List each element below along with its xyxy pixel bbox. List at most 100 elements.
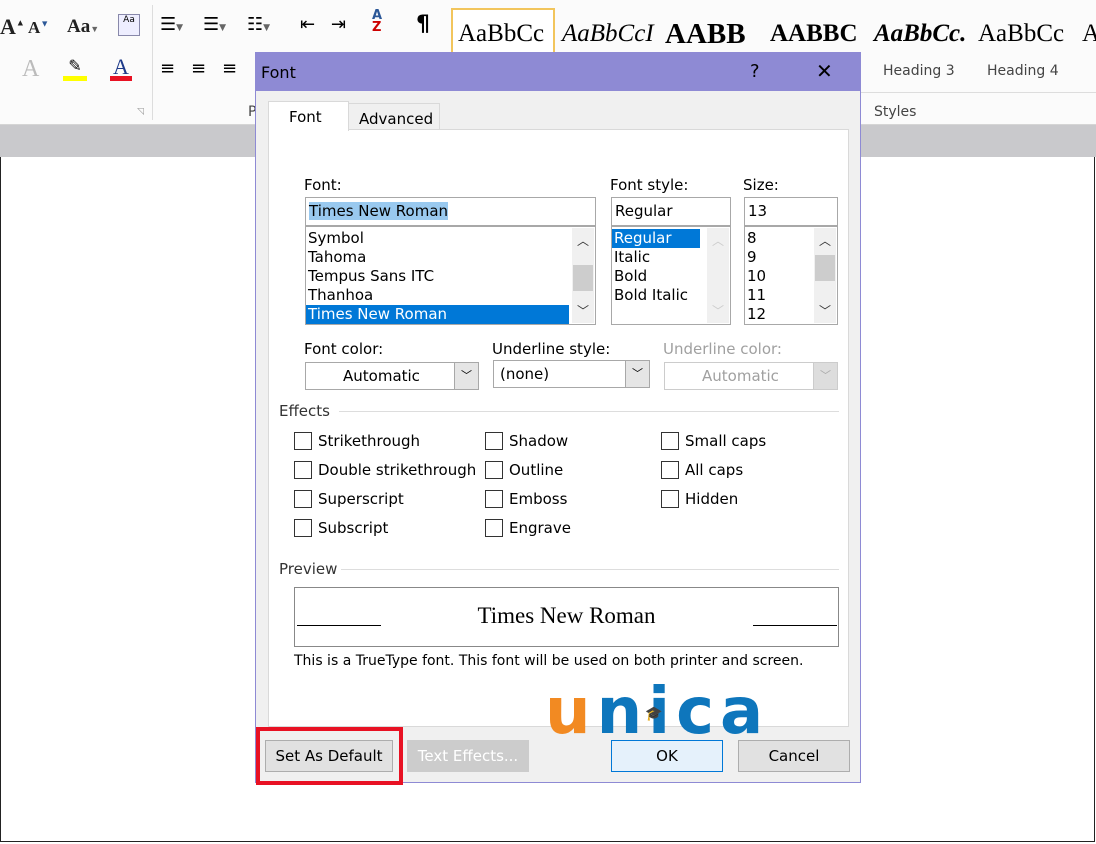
tab-panel-font: Font: Times New Roman Symbol Tahoma Temp… (268, 129, 849, 727)
tab-font[interactable]: Font (268, 101, 349, 131)
hidden-checkbox[interactable]: Hidden (661, 490, 738, 508)
checkbox-box[interactable] (485, 490, 503, 508)
font-input[interactable]: Times New Roman (305, 197, 596, 226)
dialog-title: Font (261, 63, 296, 82)
multilevel-list-icon[interactable]: ☷▼ (247, 14, 270, 35)
scroll-up-icon[interactable]: ︿ (572, 232, 594, 249)
chevron-down-icon: ﹀ (625, 361, 649, 387)
size-list[interactable]: 8 9 10 11 12 ︿ ﹀ (744, 226, 838, 325)
checkbox-box[interactable] (661, 461, 679, 479)
checkbox-label: Superscript (318, 490, 404, 508)
change-case-icon[interactable]: Aa▼ (67, 16, 99, 38)
shadow-checkbox[interactable]: Shadow (485, 432, 568, 450)
font-list-item[interactable]: Tempus Sans ITC (306, 267, 595, 286)
size-scrollbar[interactable]: ︿ ﹀ (814, 228, 836, 323)
effects-label: Effects (279, 402, 330, 420)
highlight-icon[interactable]: ✎ (63, 56, 87, 81)
text-effects-icon[interactable]: A (22, 56, 39, 83)
checkbox-box[interactable] (661, 432, 679, 450)
all-caps-checkbox[interactable]: All caps (661, 461, 743, 479)
checkbox-box[interactable] (294, 519, 312, 537)
scroll-down-icon[interactable]: ﹀ (572, 302, 594, 319)
dialog-launcher-icon[interactable]: ◹ (137, 107, 144, 117)
font-style-label: Font style: (610, 176, 689, 194)
style-preview-7[interactable]: A (1082, 20, 1096, 48)
font-style-input[interactable]: Regular (611, 197, 731, 226)
scroll-thumb[interactable] (573, 265, 593, 291)
font-dialog: Font ? ✕ Font Advanced Font: Times New R… (255, 52, 861, 783)
checkbox-label: Emboss (509, 490, 568, 508)
scroll-up-icon: ︿ (711, 234, 724, 248)
underline-color-label: Underline color: (663, 340, 782, 358)
font-list-scrollbar[interactable]: ︿ ﹀ (572, 228, 594, 323)
underline-style-dropdown[interactable]: (none) ﹀ (493, 360, 650, 388)
subscript-checkbox[interactable]: Subscript (294, 519, 388, 537)
font-list-item[interactable]: Symbol (306, 229, 595, 248)
style-preview-3[interactable]: AABB (665, 18, 746, 51)
scroll-down-icon: ﹀ (711, 304, 724, 318)
scroll-down-icon[interactable]: ﹀ (814, 302, 836, 319)
numbering-icon[interactable]: ☰▼ (203, 14, 226, 35)
tab-advanced[interactable]: Advanced (348, 103, 440, 132)
scroll-up-icon[interactable]: ︿ (814, 232, 836, 249)
close-button[interactable]: ✕ (816, 59, 833, 83)
checkbox-label: Strikethrough (318, 432, 421, 450)
align-center-icon[interactable]: ≡ (191, 58, 206, 79)
style-preview-6[interactable]: AaBbCc (978, 20, 1064, 48)
style-preview-2[interactable]: AaBbCcI (562, 20, 654, 48)
grow-font-icon[interactable]: A▲ (0, 14, 25, 40)
chevron-down-icon: ﹀ (813, 363, 837, 389)
style-preview-5[interactable]: AaBbCc. (874, 20, 966, 48)
increase-indent-icon[interactable]: ⇥ (331, 14, 346, 35)
font-input-value: Times New Roman (309, 202, 449, 220)
checkbox-box[interactable] (485, 519, 503, 537)
checkbox-box[interactable] (485, 461, 503, 479)
size-input[interactable]: 13 (744, 197, 838, 226)
font-color-icon[interactable]: A (110, 54, 132, 81)
dialog-title-bar: Font ? ✕ (256, 53, 860, 91)
font-list-item[interactable]: Tahoma (306, 248, 595, 267)
checkbox-box[interactable] (294, 432, 312, 450)
superscript-checkbox[interactable]: Superscript (294, 490, 404, 508)
chevron-down-icon: ﹀ (454, 363, 478, 389)
font-info-text: This is a TrueType font. This font will … (294, 653, 804, 669)
font-color-value: Automatic (343, 367, 420, 385)
style-preview-4[interactable]: AABBC (770, 20, 858, 48)
font-style-scrollbar[interactable]: ︿ ﹀ (707, 228, 729, 323)
show-formatting-icon[interactable]: ¶ (416, 12, 430, 37)
font-style-item-selected[interactable]: Regular (612, 229, 700, 248)
underline-style-label: Underline style: (492, 340, 611, 358)
align-right-icon[interactable]: ≡ (222, 58, 237, 79)
font-list[interactable]: Symbol Tahoma Tempus Sans ITC Thanhoa Ti… (305, 226, 596, 325)
style-heading-3[interactable]: Heading 3 (883, 63, 955, 79)
checkbox-label: Subscript (318, 519, 389, 537)
font-style-list[interactable]: Regular Italic Bold Bold Italic ︿ ﹀ (611, 226, 731, 325)
help-button[interactable]: ? (750, 61, 760, 82)
shrink-font-icon[interactable]: A▼ (28, 18, 49, 38)
bullets-icon[interactable]: ☰▼ (160, 14, 183, 35)
style-preview-1[interactable]: AaBbCc (458, 20, 544, 48)
font-color-dropdown[interactable]: Automatic ﹀ (305, 362, 479, 390)
checkbox-label: All caps (685, 461, 744, 479)
checkbox-box[interactable] (294, 461, 312, 479)
emboss-checkbox[interactable]: Emboss (485, 490, 567, 508)
clear-formatting-icon[interactable]: Aa (118, 14, 140, 36)
sort-icon[interactable]: AZ (372, 9, 382, 34)
scroll-thumb[interactable] (815, 255, 835, 281)
checkbox-box[interactable] (661, 490, 679, 508)
strikethrough-checkbox[interactable]: Strikethrough (294, 432, 420, 450)
font-list-item-selected[interactable]: Times New Roman (306, 305, 569, 324)
decrease-indent-icon[interactable]: ⇤ (300, 14, 315, 35)
checkbox-box[interactable] (485, 432, 503, 450)
highlight-box (256, 727, 403, 785)
small-caps-checkbox[interactable]: Small caps (661, 432, 766, 450)
outline-checkbox[interactable]: Outline (485, 461, 563, 479)
graduation-cap-icon: 🎓 (645, 706, 669, 722)
double-strikethrough-checkbox[interactable]: Double strikethrough (294, 461, 476, 479)
checkbox-box[interactable] (294, 490, 312, 508)
divider (861, 92, 1096, 93)
font-list-item[interactable]: Thanhoa (306, 286, 595, 305)
style-heading-4[interactable]: Heading 4 (987, 63, 1059, 79)
engrave-checkbox[interactable]: Engrave (485, 519, 571, 537)
align-left-icon[interactable]: ≡ (160, 58, 175, 79)
